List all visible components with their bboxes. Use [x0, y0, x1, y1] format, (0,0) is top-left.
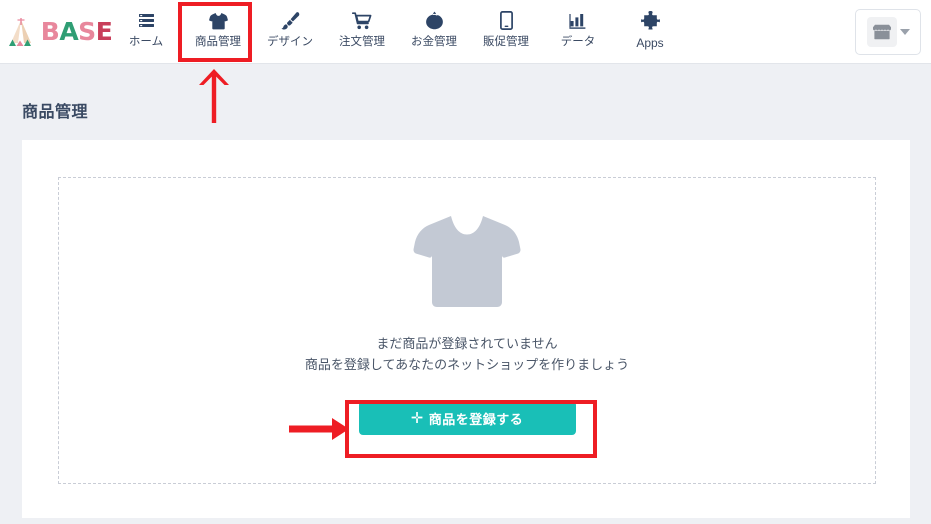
nav-label: データ: [560, 35, 596, 48]
empty-state-line-1: まだ商品が登録されていません: [376, 336, 558, 351]
logo-letter: A: [59, 17, 79, 46]
tshirt-placeholder-icon: [413, 214, 521, 308]
puzzle-piece-icon: [640, 9, 660, 33]
top-navigation-bar: B A S E ホーム 商品管理 デザイン 注文管理 お金管理 販促管理 データ…: [0, 0, 931, 64]
nav-label: お金管理: [411, 35, 457, 48]
tent-icon: [4, 17, 38, 47]
nav-item-apps[interactable]: Apps: [614, 9, 686, 57]
base-wordmark: B A S E: [41, 19, 113, 44]
empty-state-panel: まだ商品が登録されていません 商品を登録してあなたのネットショップを作りましょう…: [58, 177, 876, 484]
paintbrush-icon: [281, 9, 300, 33]
coin-purse-icon: [425, 9, 444, 33]
chevron-down-icon: [899, 29, 910, 35]
empty-state-message: まだ商品が登録されていません 商品を登録してあなたのネットショップを作りましょう: [305, 333, 629, 375]
add-product-label: 商品を登録する: [428, 411, 524, 427]
nav-item-home[interactable]: ホーム: [110, 9, 182, 57]
nav-item-products[interactable]: 商品管理: [182, 9, 254, 57]
bar-chart-icon: [569, 9, 587, 33]
nav-label: デザイン: [267, 35, 313, 48]
tshirt-icon: [208, 9, 228, 33]
nav-item-data[interactable]: データ: [542, 9, 614, 57]
nav-label: 商品管理: [195, 35, 241, 48]
base-logo[interactable]: B A S E: [0, 17, 113, 47]
product-management-card: まだ商品が登録されていません 商品を登録してあなたのネットショップを作りましょう…: [22, 140, 910, 518]
nav-label: 販促管理: [483, 35, 529, 48]
storefront-icon: [866, 17, 897, 47]
nav-item-design[interactable]: デザイン: [254, 9, 326, 57]
shop-switcher-button[interactable]: [855, 9, 921, 55]
list-menu-icon: [138, 9, 155, 33]
logo-letter: B: [40, 17, 60, 46]
mobile-phone-icon: [499, 9, 513, 33]
nav-label: ホーム: [128, 35, 164, 48]
nav-item-promotion[interactable]: 販促管理: [470, 9, 542, 57]
logo-letter: S: [78, 17, 96, 46]
main-nav: ホーム 商品管理 デザイン 注文管理 お金管理 販促管理 データ Apps: [110, 0, 686, 64]
nav-item-money[interactable]: お金管理: [398, 9, 470, 57]
page-title: 商品管理: [22, 104, 89, 121]
cta-container: ✛ 商品を登録する: [358, 401, 576, 435]
nav-label: Apps: [636, 35, 664, 50]
nav-label: 注文管理: [339, 35, 385, 48]
empty-state-line-2: 商品を登録してあなたのネットショップを作りましょう: [304, 357, 630, 372]
plus-icon: ✛: [410, 409, 424, 427]
shopping-cart-icon: [352, 9, 372, 33]
add-product-button[interactable]: ✛ 商品を登録する: [358, 401, 576, 435]
arrow-up-annotation: [196, 68, 232, 124]
nav-item-orders[interactable]: 注文管理: [326, 9, 398, 57]
